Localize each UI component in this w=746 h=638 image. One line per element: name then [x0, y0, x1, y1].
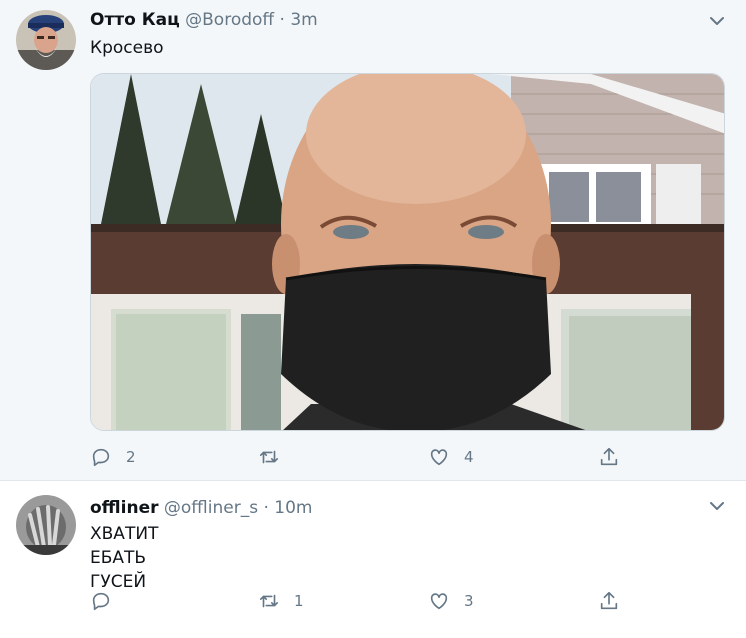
- tweet-header: Отто Кац @Borodoff · 3m: [90, 10, 318, 30]
- tweet-text-line: ЕБАТЬ: [90, 548, 147, 568]
- like-icon: [430, 449, 448, 466]
- like-count: 3: [464, 592, 474, 610]
- tweet-photo[interactable]: [90, 73, 725, 431]
- retweet-icon: [259, 594, 279, 608]
- separator: ·: [279, 10, 285, 30]
- reply-button[interactable]: 2: [90, 444, 136, 470]
- avatar[interactable]: [16, 495, 76, 555]
- retweet-button[interactable]: [258, 444, 294, 470]
- chevron-down-icon[interactable]: [708, 12, 726, 30]
- like-button[interactable]: 3: [428, 588, 474, 614]
- like-count: 4: [464, 448, 474, 466]
- author-name[interactable]: Отто Кац: [90, 10, 180, 30]
- share-icon: [600, 447, 618, 466]
- tweet[interactable]: offliner @offliner_s · 10m ХВАТИТ ЕБАТЬ …: [0, 480, 746, 638]
- share-button[interactable]: [598, 588, 620, 614]
- like-button[interactable]: 4: [428, 444, 474, 470]
- tweet-actions: 2 4: [90, 444, 630, 470]
- retweet-count: 1: [294, 592, 304, 610]
- reply-icon: [92, 592, 110, 611]
- retweet-icon: [259, 450, 279, 464]
- timestamp[interactable]: 10m: [274, 498, 312, 518]
- chevron-down-icon[interactable]: [708, 497, 726, 515]
- reply-count: 2: [126, 448, 136, 466]
- tweet-header: offliner @offliner_s · 10m: [90, 498, 312, 518]
- reply-icon: [92, 448, 110, 467]
- tweet-text: ХВАТИТ ЕБАТЬ ГУСЕЙ: [90, 522, 158, 594]
- like-icon: [430, 593, 448, 610]
- tweet[interactable]: Отто Кац @Borodoff · 3m Кросево 2 4: [0, 0, 746, 480]
- timestamp[interactable]: 3m: [290, 10, 317, 30]
- reply-button[interactable]: [90, 588, 126, 614]
- tweet-text-line: ХВАТИТ: [90, 524, 159, 544]
- retweet-button[interactable]: 1: [258, 588, 304, 614]
- share-button[interactable]: [598, 444, 620, 470]
- separator: ·: [263, 498, 269, 518]
- author-name[interactable]: offliner: [90, 498, 159, 518]
- author-handle[interactable]: @offliner_s: [164, 498, 258, 518]
- tweet-text: Кросево: [90, 36, 164, 60]
- avatar[interactable]: [16, 10, 76, 70]
- share-icon: [600, 591, 618, 610]
- tweet-actions: 1 3: [90, 588, 630, 614]
- tweet-text-line: Кросево: [90, 38, 164, 58]
- author-handle[interactable]: @Borodoff: [185, 10, 274, 30]
